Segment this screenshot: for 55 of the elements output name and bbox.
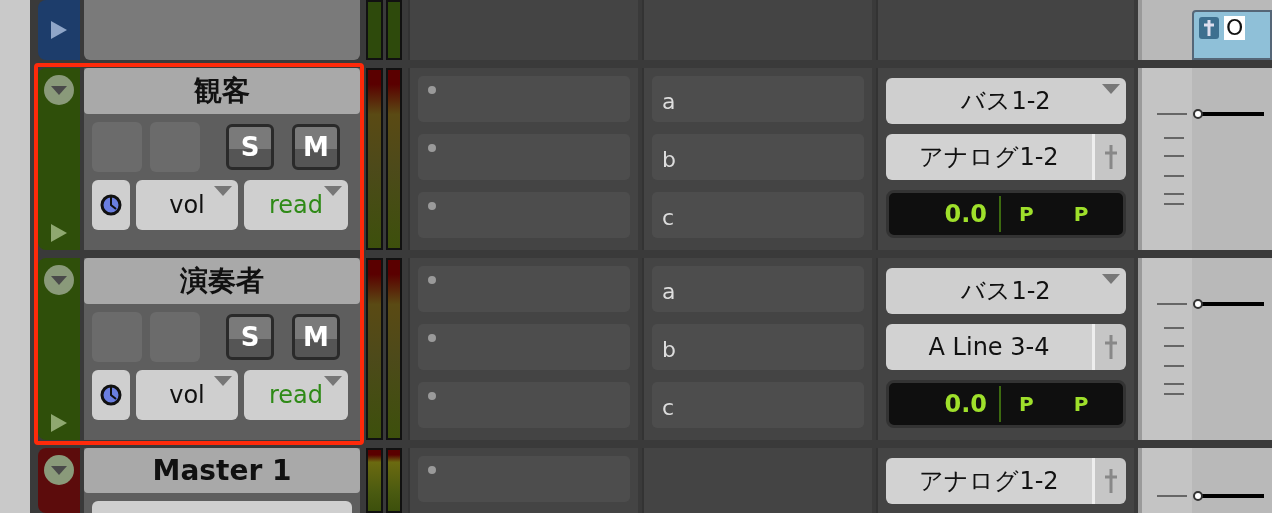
slot-dot	[428, 466, 436, 474]
send-slot[interactable]: b	[652, 134, 864, 180]
volume-readout: 0.0	[889, 196, 1001, 232]
volume-readout: 0.0	[889, 386, 1001, 422]
level-meter	[385, 448, 402, 513]
send-slot[interactable]: c	[652, 382, 864, 428]
input-selector[interactable]: A Line 3-4	[886, 324, 1092, 370]
fader-icon	[1198, 16, 1220, 40]
collapse-icon[interactable]	[43, 454, 75, 486]
clock-icon	[100, 194, 122, 216]
send-slot[interactable]: c	[652, 192, 864, 238]
solo-button[interactable]: S	[226, 124, 274, 170]
output-selector[interactable]: アナログ1-2	[886, 458, 1092, 504]
pan-readout: P	[1073, 201, 1089, 228]
solo-button[interactable]: S	[226, 314, 274, 360]
clip-name: O	[1224, 16, 1246, 40]
pan-readout: P	[1073, 391, 1089, 418]
fader-icon	[1103, 334, 1118, 360]
track-name[interactable]: Master 1	[84, 448, 360, 494]
expand-icon[interactable]	[49, 222, 69, 244]
automation-target-dropdown[interactable]: vol	[136, 180, 238, 230]
send-slot[interactable]: a	[652, 266, 864, 312]
track-name[interactable]: 観客	[84, 68, 360, 114]
collapse-icon[interactable]	[43, 74, 75, 106]
slot-dot	[428, 334, 436, 342]
slot-dot	[428, 392, 436, 400]
clock-icon	[100, 384, 122, 406]
automation-line	[1192, 298, 1264, 310]
expand-icon[interactable]	[49, 412, 69, 434]
collapse-icon[interactable]	[43, 264, 75, 296]
pan-readout: P	[1019, 201, 1034, 228]
output-dropdown[interactable]: バス1-2	[886, 78, 1126, 124]
automation-target-dropdown[interactable]: vol	[136, 370, 238, 420]
slot-dot	[428, 144, 436, 152]
automation-line	[1192, 108, 1264, 120]
timebase-button[interactable]	[92, 370, 130, 420]
input-selector[interactable]: アナログ1-2	[886, 134, 1092, 180]
fader-icon	[1103, 468, 1118, 494]
slot-dot	[428, 276, 436, 284]
mute-button[interactable]: M	[292, 314, 340, 360]
pan-readout: P	[1019, 391, 1034, 418]
track-name[interactable]: 演奏者	[84, 258, 360, 304]
timebase-button[interactable]	[92, 180, 130, 230]
expand-icon[interactable]	[49, 19, 69, 41]
level-meter	[366, 448, 383, 513]
slot-dot	[428, 86, 436, 94]
output-dropdown[interactable]: バス1-2	[886, 268, 1126, 314]
level-meter	[366, 0, 383, 60]
send-slot[interactable]: b	[652, 324, 864, 370]
level-meter	[385, 0, 402, 60]
fader-icon	[1103, 144, 1118, 170]
automation-line	[1192, 490, 1264, 502]
send-slot[interactable]: a	[652, 76, 864, 122]
mute-button[interactable]: M	[292, 124, 340, 170]
slot-dot	[428, 202, 436, 210]
